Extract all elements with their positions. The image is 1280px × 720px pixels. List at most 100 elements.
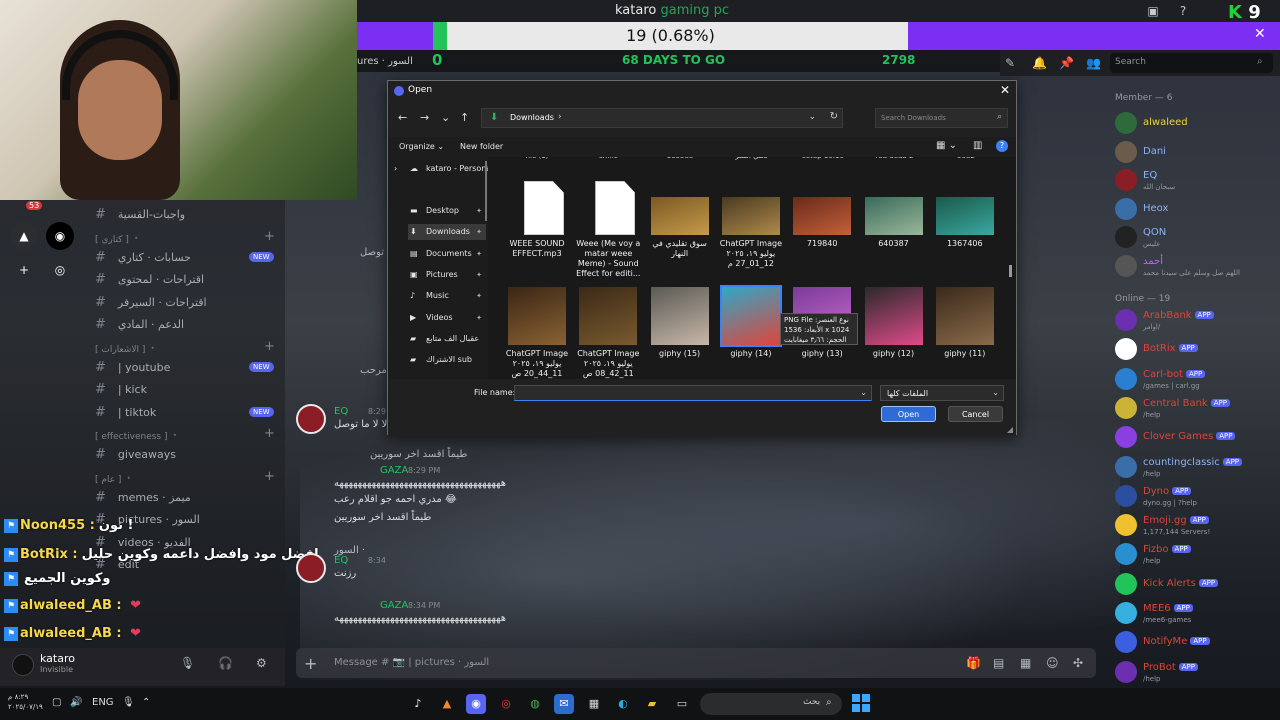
file-item[interactable]: 719840	[787, 177, 857, 267]
task-view-icon[interactable]: ▭	[672, 694, 692, 714]
sidebar-item[interactable]: ▶ Videos ✦	[408, 310, 486, 326]
pin-icon[interactable]: ✦	[476, 224, 482, 240]
message-avatar[interactable]	[296, 404, 326, 434]
taskbar-search[interactable]	[700, 693, 842, 715]
sidebar-item[interactable]: ▣ Pictures ✦	[408, 267, 486, 283]
pin-icon[interactable]: ✦	[476, 267, 482, 283]
channel-item[interactable]: # اقتراحات · لمحتوى	[95, 272, 204, 287]
up-arrow-icon[interactable]: ↑	[460, 111, 469, 124]
server-icon[interactable]: ▲	[10, 222, 38, 250]
member-item[interactable]: alwaleed	[1115, 112, 1275, 138]
outlook-icon[interactable]: ✉	[554, 694, 574, 714]
member-item[interactable]: Clover Games APP	[1115, 426, 1275, 452]
sidebar-item[interactable]: ▰ الاشتراك sub	[408, 352, 486, 368]
sidebar-item[interactable]: ☁ kataro - Persona	[408, 161, 488, 177]
member-item[interactable]: QON عليس	[1115, 226, 1275, 252]
sidebar-item[interactable]: ♪ Music ✦	[408, 288, 486, 304]
vlc-icon[interactable]: ▲	[437, 694, 457, 714]
member-item[interactable]: Emoji.gg APP 1,177,144 Servers!	[1115, 514, 1275, 540]
add-channel-icon[interactable]: +	[264, 469, 275, 484]
chrome-icon[interactable]: ◍	[525, 694, 545, 714]
settings-gear-icon[interactable]: ⚙	[256, 656, 267, 670]
refresh-icon[interactable]: ↻	[830, 111, 838, 122]
message-author[interactable]: GAZA	[380, 465, 408, 476]
edge-icon[interactable]: ◐	[613, 694, 633, 714]
preview-pane-icon[interactable]: ▥	[973, 140, 982, 151]
channel-item[interactable]: # | kick	[95, 382, 147, 397]
reply-snippet[interactable]: السور ·	[334, 545, 365, 556]
tray-chevron-icon[interactable]: ⌃	[142, 697, 150, 708]
message-avatar[interactable]	[296, 553, 326, 583]
member-item[interactable]: Kick Alerts APP	[1115, 572, 1275, 599]
member-item[interactable]: Central Bank APP/help	[1115, 396, 1275, 423]
file-item[interactable]: 1367406	[930, 177, 1000, 267]
headphones-icon[interactable]: 🎧	[218, 656, 233, 670]
sidebar-item[interactable]: ▰ عقبال الف متابع	[408, 331, 486, 347]
channel-item[interactable]: # giveaways	[95, 447, 176, 462]
open-button[interactable]: Open	[881, 406, 936, 422]
inbox-icon[interactable]: ▣	[1146, 4, 1160, 18]
file-item[interactable]: giphy (14)	[716, 285, 786, 377]
obs-icon[interactable]: ◎	[496, 694, 516, 714]
member-item[interactable]: Heox	[1115, 197, 1275, 224]
organize-button[interactable]: Organize ⌄	[399, 142, 444, 151]
file-explorer-icon[interactable]: ▰	[642, 694, 662, 714]
partial-file-label[interactable]: file (1)	[502, 157, 572, 160]
expand-chevron-icon[interactable]: ›	[392, 161, 404, 177]
partial-file-label[interactable]: smile	[574, 157, 644, 160]
member-item[interactable]: MEE6 APP/mee6-games	[1115, 602, 1275, 628]
channel-item[interactable]: # memes · ميمز	[95, 490, 191, 505]
member-item[interactable]: countingclassic APP/help	[1115, 455, 1275, 482]
address-bar[interactable]: ⬇ Downloads › ⌄ ↻	[481, 108, 843, 128]
threads-icon[interactable]: ✎	[1005, 56, 1015, 70]
member-item[interactable]: ArabBank APP اوامر/	[1115, 309, 1275, 335]
file-item[interactable]: Weee (Me voy a matar weee Meme) - Sound …	[573, 177, 643, 278]
back-arrow-icon[interactable]: ←	[398, 111, 407, 124]
filename-dropdown-icon[interactable]: ⌄	[860, 388, 867, 397]
close-icon[interactable]: ✕	[1254, 26, 1266, 42]
partial-file-label[interactable]: تحتي القمر	[717, 157, 787, 160]
new-folder-button[interactable]: New folder	[460, 142, 503, 151]
file-item[interactable]: ChatGPT Image يوليو ١٩، ٢٠٢٥ 12_01_27 م	[716, 177, 786, 268]
store-icon[interactable]: ▦	[584, 694, 604, 714]
pin-icon[interactable]: ✦	[476, 203, 482, 219]
dialog-close-icon[interactable]: ✕	[1000, 83, 1010, 97]
channel-item[interactable]: # واجبات-القسية	[95, 207, 185, 222]
channel-item[interactable]: # اقتراحات · السيرفر	[95, 295, 207, 310]
sidebar-item[interactable]: ▬ Desktop ✦	[408, 203, 486, 219]
category-header[interactable]: [ effectiveness ] ﹡	[95, 429, 179, 442]
mic-icon[interactable]: 🎙	[180, 656, 195, 670]
member-item[interactable]: Fizbo APP/help	[1115, 543, 1275, 569]
pin-icon[interactable]: ✦	[476, 246, 482, 262]
taskbar-clock[interactable]: ٨:٢٩ م ٢٠٢٥/٠٧/١٩	[8, 692, 43, 712]
gif-icon[interactable]: ▤	[993, 656, 1004, 670]
member-item[interactable]: ProBot APP/help	[1115, 660, 1275, 687]
partial-file-label[interactable]: 5082	[931, 157, 1001, 160]
message-author[interactable]: GAZA	[380, 600, 408, 611]
category-header[interactable]: [ كتاري ] ﹡	[95, 232, 141, 245]
mic-tray-icon[interactable]: 🎙	[122, 697, 135, 708]
bell-icon[interactable]: 🔔	[1032, 56, 1047, 70]
recent-chevron-icon[interactable]: ⌄	[441, 111, 450, 124]
search-icon[interactable]: ⌕	[1257, 56, 1263, 67]
partial-file-label[interactable]: red dead 2	[860, 157, 930, 160]
file-item[interactable]: ChatGPT Image يوليو ١٩، ٢٠٢٥ 11_42_08 ص	[573, 287, 643, 378]
member-item[interactable]: Dyno APP dyno.gg | ?help	[1115, 484, 1275, 511]
user-name[interactable]: kataro	[40, 652, 75, 665]
channel-item[interactable]: # الدعم · المادي	[95, 317, 184, 332]
dialog-search[interactable]: Search Downloads ⌕	[875, 108, 1008, 128]
pin-icon[interactable]: ✦	[476, 310, 482, 326]
category-header[interactable]: [ الاشعارات ] ﹡	[95, 342, 157, 355]
file-item[interactable]: سوق تقليدي في النهار	[645, 177, 715, 267]
pin-icon[interactable]: 📌	[1059, 56, 1074, 70]
pin-icon[interactable]: ✦	[476, 288, 482, 304]
message-author[interactable]: EQ	[334, 555, 348, 566]
member-item[interactable]: أحمد اللهم صل وسلم على سيدنا محمد	[1115, 254, 1275, 281]
partial-file-label[interactable]: 169588	[645, 157, 715, 160]
windows-start-icon[interactable]	[852, 694, 870, 712]
gift-icon[interactable]: 🎁	[966, 656, 981, 670]
channel-item[interactable]: # | tiktok	[95, 405, 156, 420]
breadcrumb-chevron-icon[interactable]: ›	[558, 112, 562, 122]
apps-icon[interactable]: ✣	[1073, 656, 1083, 670]
member-item[interactable]: BotRix APP	[1115, 338, 1275, 364]
